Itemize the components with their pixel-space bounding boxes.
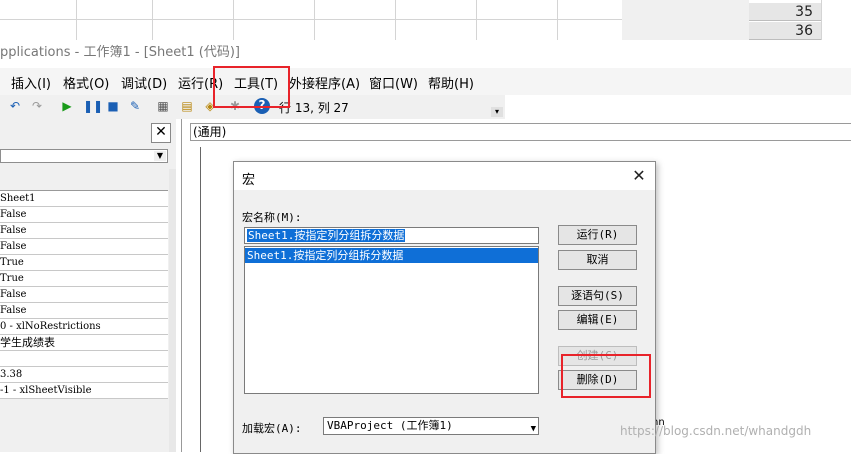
property-value[interactable] xyxy=(0,351,168,367)
property-value[interactable]: False xyxy=(0,223,168,239)
menu-addins[interactable]: 外接程序(A) xyxy=(289,73,360,92)
scrollbar[interactable] xyxy=(169,169,176,452)
redo-icon[interactable]: ↷ xyxy=(30,99,44,113)
property-value[interactable]: -1 - xlSheetVisible xyxy=(0,383,168,399)
close-icon[interactable]: ✕ xyxy=(629,166,649,186)
dialog-titlebar: 宏 ✕ xyxy=(234,162,655,190)
property-value[interactable]: False xyxy=(0,303,168,319)
property-value[interactable]: 学生成绩表 xyxy=(0,335,168,351)
edit-button[interactable]: 编辑(E) xyxy=(558,310,637,330)
code-margin xyxy=(200,147,201,452)
close-icon[interactable]: ✕ xyxy=(151,123,171,143)
property-value[interactable]: 0 - xlNoRestrictions xyxy=(0,319,168,335)
grid-line xyxy=(0,19,622,20)
menu-bar: 插入(I) 格式(O) 调试(D) 运行(R) 工具(T) 外接程序(A) 窗口… xyxy=(0,68,851,95)
vbe-window-title: pplications - 工作簿1 - [Sheet1 (代码)] xyxy=(0,40,851,68)
grid-line xyxy=(76,0,77,40)
step-into-button[interactable]: 逐语句(S) xyxy=(558,286,637,306)
list-item[interactable]: Sheet1.按指定列分组拆分数据 xyxy=(245,248,538,263)
chevron-down-icon: ▼ xyxy=(154,151,166,161)
property-value[interactable]: False xyxy=(0,239,168,255)
macros-in-value: VBAProject (工作簿1) xyxy=(327,419,453,432)
property-value[interactable]: Sheet1 xyxy=(0,191,168,207)
macro-name-value: Sheet1.按指定列分组拆分数据 xyxy=(247,229,406,242)
undo-icon[interactable]: ↶ xyxy=(8,99,22,113)
dialog-title: 宏 xyxy=(242,173,256,188)
run-button[interactable]: 运行(R) xyxy=(558,225,637,245)
property-value[interactable]: True xyxy=(0,255,168,271)
macro-list[interactable]: Sheet1.按指定列分组拆分数据 xyxy=(244,246,539,394)
grid-line xyxy=(233,0,234,40)
grid-line xyxy=(557,0,558,40)
grid-line xyxy=(314,0,315,40)
chevron-down-icon: ▼ xyxy=(530,424,536,434)
macro-name-input[interactable]: Sheet1.按指定列分组拆分数据 xyxy=(244,227,539,244)
property-value[interactable]: 3.38 xyxy=(0,367,168,383)
property-value[interactable]: False xyxy=(0,287,168,303)
menu-format[interactable]: 格式(O) xyxy=(63,73,109,92)
object-list-dropdown[interactable]: (通用) xyxy=(190,123,851,141)
grid-line xyxy=(395,0,396,40)
property-grid: Sheet1 False False False True True False… xyxy=(0,190,168,399)
project-explorer-icon[interactable]: ▦ xyxy=(156,99,170,113)
design-mode-icon[interactable]: ✎ xyxy=(128,99,142,113)
row-number: 36 xyxy=(749,22,821,40)
grid-line xyxy=(152,0,153,40)
grid-line xyxy=(476,0,477,40)
macro-dialog: 宏 ✕ 宏名称(M): Sheet1.按指定列分组拆分数据 Sheet1.按指定… xyxy=(233,161,656,454)
pause-icon[interactable]: ❚❚ xyxy=(83,99,103,113)
excel-gray-area xyxy=(622,0,749,40)
row-number: 35 xyxy=(749,3,821,21)
run-icon[interactable]: ▶ xyxy=(60,99,74,113)
stop-icon[interactable]: ■ xyxy=(106,99,120,113)
excel-background: 35 36 xyxy=(0,0,851,40)
properties-icon[interactable]: ▤ xyxy=(180,99,194,113)
highlight-box-delete xyxy=(561,354,651,398)
properties-panel: ✕ ▼ Sheet1 False False False True True F… xyxy=(0,119,176,452)
macro-name-label: 宏名称(M): xyxy=(242,211,302,224)
property-value[interactable]: False xyxy=(0,207,168,223)
macros-in-label: 加载宏(A): xyxy=(242,422,302,435)
menu-debug[interactable]: 调试(D) xyxy=(121,73,167,92)
menu-insert[interactable]: 插入(I) xyxy=(11,73,51,92)
toolbar-overflow-icon[interactable]: ▾ xyxy=(491,107,503,117)
excel-cell xyxy=(821,0,851,40)
macros-in-select[interactable]: VBAProject (工作簿1) ▼ xyxy=(323,417,539,435)
menu-window[interactable]: 窗口(W) xyxy=(369,73,418,92)
highlight-box-tools xyxy=(213,66,290,108)
cancel-button[interactable]: 取消 xyxy=(558,250,637,270)
menu-help[interactable]: 帮助(H) xyxy=(428,73,474,92)
property-value[interactable]: True xyxy=(0,271,168,287)
object-dropdown[interactable]: ▼ xyxy=(0,149,168,163)
watermark: https://blog.csdn.net/whandgdh xyxy=(620,424,812,438)
